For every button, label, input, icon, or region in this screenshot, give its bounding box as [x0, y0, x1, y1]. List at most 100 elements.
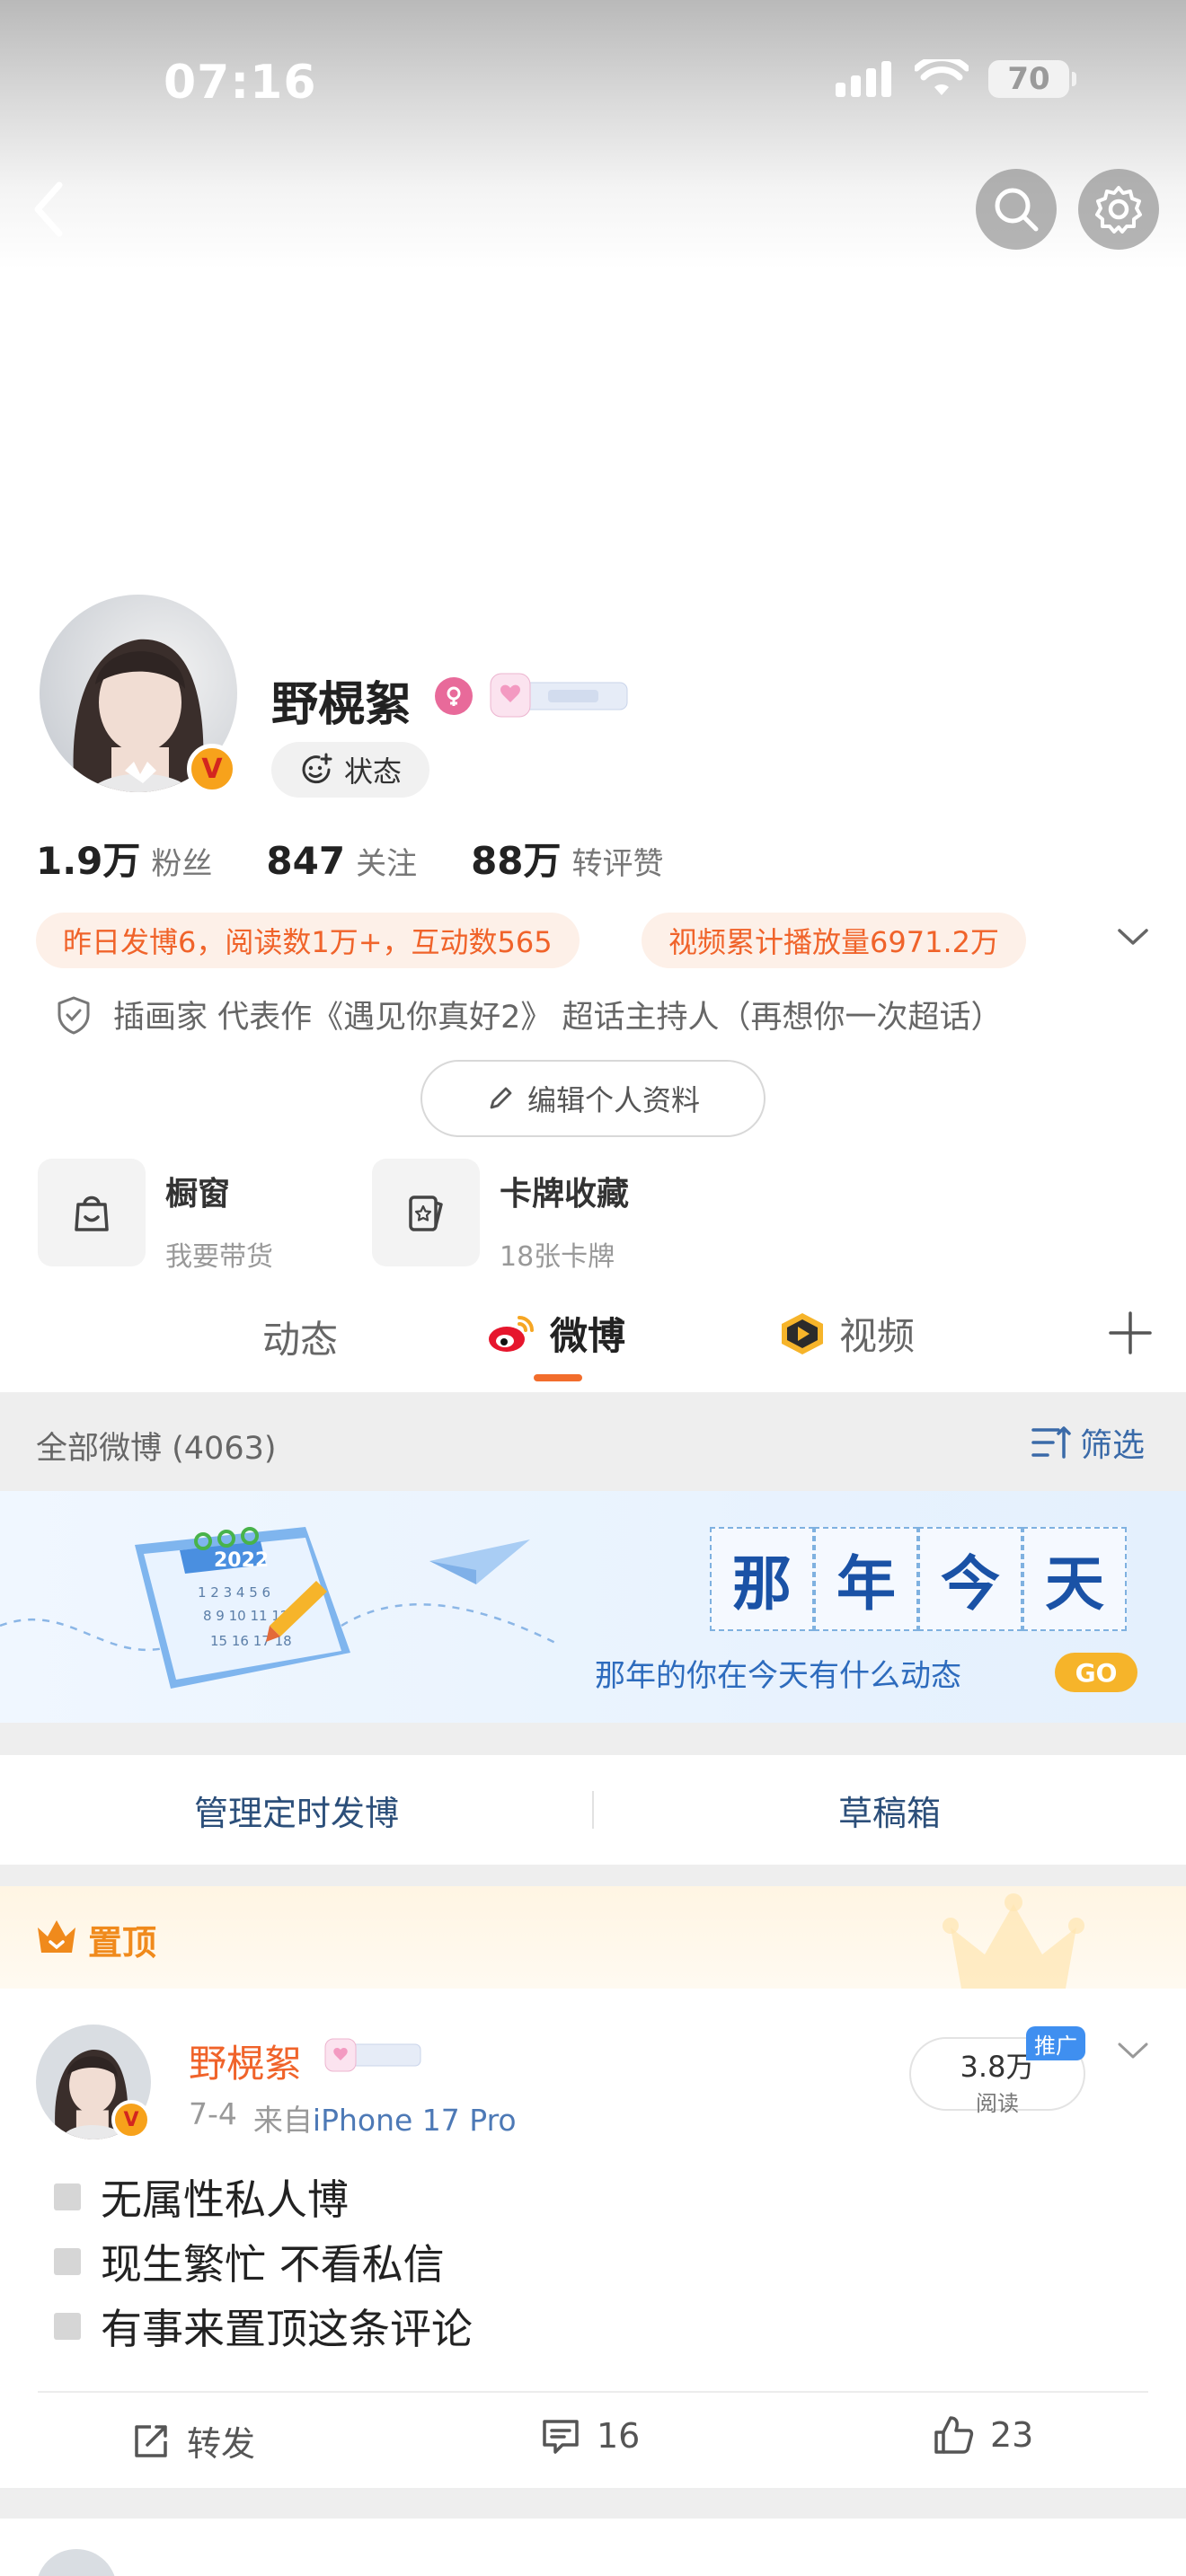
stat-label: 关注 — [356, 846, 418, 882]
repost-button[interactable]: 转发 — [131, 2416, 255, 2466]
repost-label: 转发 — [187, 2424, 256, 2464]
chevron-down-icon — [1118, 929, 1148, 945]
card-icon — [372, 1159, 480, 1266]
repost-icon — [135, 2424, 167, 2457]
tool-showcase[interactable]: 橱窗 我要带货 — [38, 1159, 273, 1274]
add-tab-button[interactable] — [1109, 1311, 1152, 1358]
female-icon — [435, 677, 473, 715]
smiley-add-icon — [302, 753, 332, 784]
comment-button[interactable]: 16 — [541, 2416, 640, 2456]
tab-label: 微博 — [550, 1314, 626, 1358]
edit-profile-button[interactable]: 编辑个人资料 — [420, 1060, 766, 1137]
tab-dynamics[interactable]: 动态 — [262, 1310, 338, 1364]
wifi-icon — [915, 59, 969, 95]
post-menu-button[interactable] — [1116, 2039, 1150, 2066]
shield-icon — [58, 996, 90, 1034]
drafts-button[interactable]: 草稿箱 — [593, 1755, 1186, 1865]
stat-following[interactable]: 847 关注 — [266, 839, 417, 883]
post-line-text: 现生繁忙 不看私信 — [101, 2240, 445, 2289]
pinned-label: 置顶 — [88, 1923, 157, 1963]
post-line: 无属性私人博 — [54, 2165, 473, 2229]
comment-count: 16 — [597, 2416, 641, 2456]
back-button[interactable] — [31, 180, 66, 243]
profile-name: 野榥絮 — [271, 678, 412, 732]
crown-icon — [38, 1920, 75, 1953]
settings-button[interactable] — [1078, 169, 1159, 250]
bullet-square-icon — [54, 2183, 81, 2210]
tab-video[interactable]: 视频 — [778, 1306, 915, 1361]
gear-icon — [1095, 186, 1142, 234]
bio-text: 插画家 代表作《遇见你真好2》 超话主持人（再想你一次超话） — [113, 1000, 1003, 1036]
schedule-post-button[interactable]: 管理定时发博 — [0, 1755, 593, 1865]
plus-icon — [1109, 1311, 1152, 1354]
memories-title: 那 年 今 天 — [710, 1527, 1127, 1631]
post-meta: 7-4 来自iPhone 17 Pro — [189, 2096, 517, 2139]
filter-label: 筛选 — [1080, 1427, 1146, 1464]
member-badge-icon[interactable] — [485, 668, 633, 726]
promote-tag[interactable]: 推广 — [1026, 2026, 1085, 2060]
member-badge-icon — [322, 2035, 424, 2078]
edit-profile-label: 编辑个人资料 — [527, 1083, 700, 1117]
divider — [0, 1723, 1186, 1755]
post-line: 现生繁忙 不看私信 — [54, 2229, 473, 2294]
title-char: 天 — [1022, 1527, 1127, 1631]
filter-icon — [1031, 1426, 1071, 1459]
stat-followers[interactable]: 1.9万 粉丝 — [36, 831, 212, 886]
search-button[interactable] — [976, 169, 1057, 250]
post-source[interactable]: iPhone 17 Pro — [313, 2103, 517, 2138]
tool-cards[interactable]: 卡牌收藏 18张卡牌 — [372, 1159, 629, 1274]
profile-bio: 插画家 代表作《遇见你真好2》 超话主持人（再想你一次超话） — [56, 992, 1003, 1037]
post-count: 全部微博 (4063) — [36, 1431, 277, 1467]
stat-interactions[interactable]: 88万 转评赞 — [471, 831, 663, 886]
stat-value: 1.9万 — [36, 839, 141, 883]
pinned-header: 置顶 — [0, 1886, 1186, 1989]
memories-subtitle: 那年的你在今天有什么动态 — [595, 1658, 961, 1694]
title-char: 年 — [814, 1527, 918, 1631]
divider — [38, 2391, 1148, 2393]
crown-watermark-icon — [943, 1893, 1084, 1989]
post-date: 7-4 — [189, 2096, 237, 2131]
tool-subtitle: 18张卡牌 — [500, 1241, 615, 1273]
tab-weibo[interactable]: 微博 — [485, 1306, 625, 1361]
pencil-icon — [490, 1087, 512, 1109]
comment-icon — [543, 2420, 579, 2454]
like-button[interactable]: 23 — [933, 2414, 1033, 2456]
signal-icon — [836, 61, 891, 97]
post-line-text: 无属性私人博 — [101, 2175, 349, 2224]
tool-title: 橱窗 — [165, 1176, 231, 1213]
post-author-name[interactable]: 野榥絮 — [189, 2033, 302, 2088]
status-label: 状态 — [343, 754, 402, 789]
bag-icon — [38, 1159, 146, 1266]
post-source-prefix: 来自 — [252, 2103, 313, 2138]
stats-tag-video[interactable]: 视频累计播放量6971.2万 — [642, 913, 1026, 968]
chevron-left-icon — [34, 181, 63, 237]
svg-text:1 2 3 4 5 6: 1 2 3 4 5 6 — [198, 1584, 270, 1601]
divider — [0, 2488, 1186, 2519]
stat-value: 88万 — [471, 839, 562, 883]
status-icons: 70 — [836, 59, 1076, 99]
read-label: 阅读 — [976, 2091, 1019, 2116]
stats-tag-posts[interactable]: 昨日发博6，阅读数1万+，互动数565 — [36, 913, 580, 968]
chevron-down-icon — [1118, 2042, 1148, 2059]
status-time: 07:16 — [164, 56, 317, 110]
title-char: 那 — [710, 1527, 814, 1631]
search-icon — [995, 188, 1039, 232]
post-body: 无属性私人博 现生繁忙 不看私信 有事来置顶这条评论 — [54, 2165, 473, 2359]
video-hex-icon — [782, 1312, 823, 1354]
profile-stats: 1.9万 粉丝 847 关注 88万 转评赞 — [36, 831, 664, 886]
go-button[interactable]: GO — [1055, 1653, 1137, 1692]
expand-button[interactable] — [1116, 925, 1150, 952]
post-line-text: 有事来置顶这条评论 — [101, 2305, 473, 2353]
title-char: 今 — [918, 1527, 1022, 1631]
weibo-icon — [489, 1315, 534, 1352]
bullet-square-icon — [54, 2313, 81, 2340]
svg-text:2022: 2022 — [214, 1549, 269, 1572]
status-button[interactable]: 状态 — [271, 742, 429, 798]
filter-button[interactable]: 筛选 — [1031, 1419, 1145, 1466]
verified-badge-icon: V — [187, 744, 237, 794]
active-tab-indicator — [534, 1374, 582, 1381]
stat-label: 粉丝 — [151, 846, 213, 882]
next-post-avatar[interactable] — [36, 2549, 117, 2576]
verified-badge-icon: V — [111, 2100, 151, 2139]
memories-banner[interactable]: 2022 1 2 3 4 5 6 8 9 10 11 12 15 16 17 1… — [0, 1491, 1186, 1723]
